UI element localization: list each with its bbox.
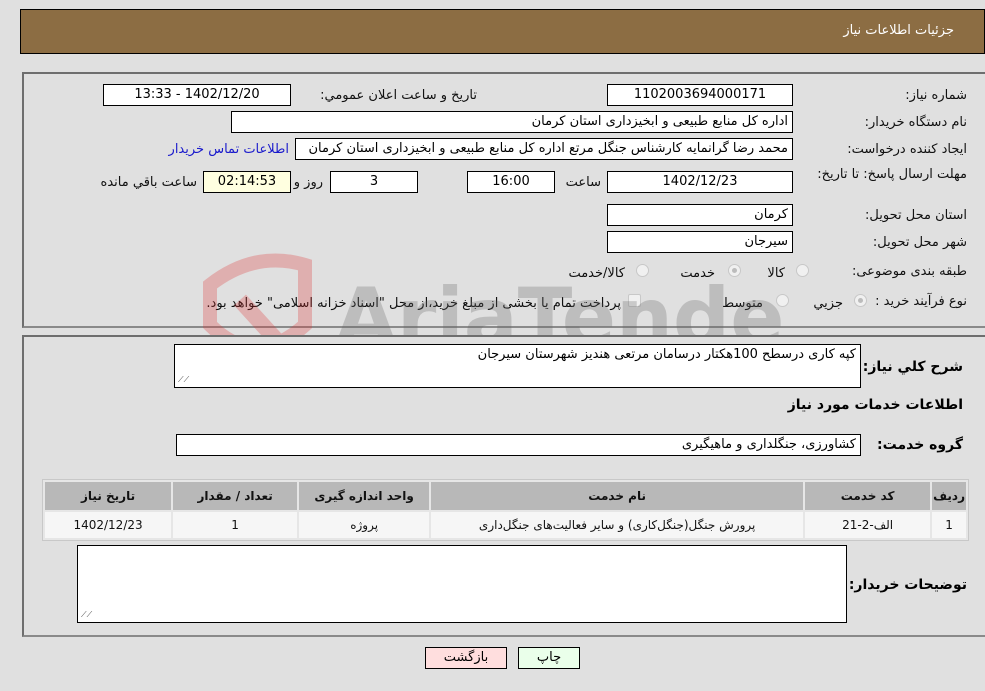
table-header-row: ردیف کد خدمت نام خدمت واحد اندازه گیری ت… <box>45 482 966 510</box>
deadline-label: مهلت ارسال پاسخ: تا تاریخ: <box>817 167 967 182</box>
col-unit: واحد اندازه گیری <box>299 482 430 510</box>
cell-unit: پروژه <box>299 512 430 538</box>
services-table: ردیف کد خدمت نام خدمت واحد اندازه گیری ت… <box>42 479 969 541</box>
remaining-time-field: 02:14:53 <box>203 171 291 193</box>
cell-service-name: پرورش جنگل(جنگل‌کاری) و سایر فعالیت‌های … <box>431 512 804 538</box>
col-service-code: کد خدمت <box>805 482 931 510</box>
province-field[interactable]: کرمان <box>607 204 793 226</box>
process-radio-minor[interactable] <box>854 294 867 307</box>
print-button[interactable]: چاپ <box>518 647 580 669</box>
days-label: روز و <box>293 175 323 190</box>
buyer-notes-textarea[interactable]: ⟋⟋ <box>77 545 847 623</box>
col-service-name: نام خدمت <box>431 482 804 510</box>
page-title: جزئیات اطلاعات نیاز <box>843 23 954 38</box>
city-label: شهر محل تحویل: <box>872 235 967 250</box>
description-textarea[interactable]: کپه کاری درسطح 100هکتار درسامان مرتعی هن… <box>174 344 861 388</box>
treasury-note: پرداخت تمام یا بخشی از مبلغ خرید،از محل … <box>206 296 621 311</box>
category-radio-goods[interactable] <box>796 264 809 277</box>
buyer-org-label: نام دستگاه خریدار: <box>864 115 967 130</box>
service-group-field[interactable]: کشاورزی، جنگلداری و ماهیگیری <box>176 434 861 456</box>
cell-need-date: 1402/12/23 <box>45 512 172 538</box>
days-field[interactable]: 3 <box>330 171 418 193</box>
category-option-service: خدمت <box>680 266 715 281</box>
announce-field[interactable]: 1402/12/20 - 13:33 <box>103 84 291 106</box>
services-heading: اطلاعات خدمات مورد نیاز <box>787 397 963 413</box>
col-quantity: تعداد / مقدار <box>173 482 298 510</box>
deadline-time-label: ساعت <box>565 175 601 190</box>
city-field[interactable]: سیرجان <box>607 231 793 253</box>
need-number-label: شماره نیاز: <box>905 88 967 103</box>
announce-label: تاریخ و ساعت اعلان عمومي: <box>320 88 477 103</box>
resize-grip-icon[interactable]: ⟋⟋ <box>178 375 189 385</box>
cell-row: 1 <box>932 512 966 538</box>
treasury-checkbox[interactable] <box>628 294 641 307</box>
col-need-date: تاریخ نیاز <box>45 482 172 510</box>
col-row: ردیف <box>932 482 966 510</box>
buyer-notes-label: توضیحات خریدار: <box>848 577 967 593</box>
description-text: کپه کاری درسطح 100هکتار درسامان مرتعی هن… <box>477 347 856 362</box>
buyer-org-field[interactable]: اداره کل منابع طبیعی و ابخیزداری استان ک… <box>231 111 793 133</box>
page-header: جزئیات اطلاعات نیاز <box>20 9 985 54</box>
buyer-contact-link[interactable]: اطلاعات تماس خریدار <box>169 142 289 157</box>
process-label: نوع فرآیند خرید : <box>875 294 967 309</box>
creator-field[interactable]: محمد رضا گرانمایه کارشناس جنگل مرتع ادار… <box>295 138 793 160</box>
category-label: طبقه بندی موضوعی: <box>851 264 967 279</box>
creator-label: ایجاد کننده درخواست: <box>847 142 967 157</box>
category-radio-service[interactable] <box>728 264 741 277</box>
category-option-goods: کالا <box>767 266 785 281</box>
service-group-label: گروه خدمت: <box>877 437 963 453</box>
back-button[interactable]: بازگشت <box>425 647 507 669</box>
need-info-panel: شماره نیاز: 1102003694000171 تاریخ و ساع… <box>22 72 985 328</box>
remaining-time-label: ساعت باقي مانده <box>100 175 197 190</box>
need-number-field[interactable]: 1102003694000171 <box>607 84 793 106</box>
process-option-medium: متوسط <box>722 296 763 311</box>
need-details-panel: شرح کلي نياز: کپه کاری درسطح 100هکتار در… <box>22 335 985 637</box>
cell-service-code: الف-2-21 <box>805 512 931 538</box>
cell-quantity: 1 <box>173 512 298 538</box>
process-radio-medium[interactable] <box>776 294 789 307</box>
deadline-date-field[interactable]: 1402/12/23 <box>607 171 793 193</box>
table-row: 1 الف-2-21 پرورش جنگل(جنگل‌کاری) و سایر … <box>45 512 966 538</box>
process-option-minor: جزيي <box>813 296 843 311</box>
resize-grip-icon[interactable]: ⟋⟋ <box>81 610 92 620</box>
deadline-time-field[interactable]: 16:00 <box>467 171 555 193</box>
category-option-goods-service: کالا/خدمت <box>568 266 625 281</box>
province-label: استان محل تحویل: <box>865 208 967 223</box>
category-radio-goods-service[interactable] <box>636 264 649 277</box>
description-label: شرح کلي نياز: <box>862 359 963 375</box>
